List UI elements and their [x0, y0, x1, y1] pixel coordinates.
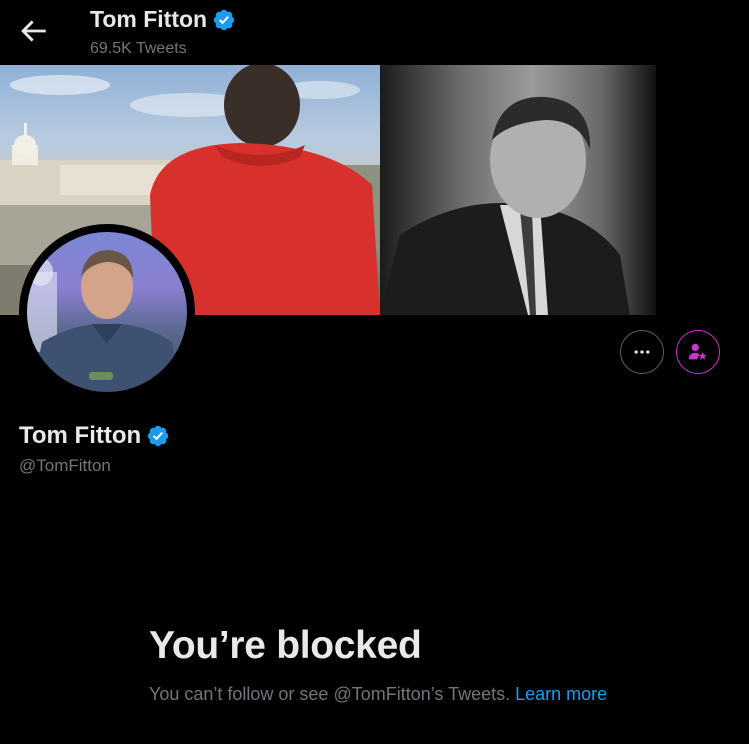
- verified-badge-icon: [212, 8, 236, 32]
- blocked-message-text: You can’t follow or see @TomFitton’s Twe…: [149, 684, 510, 704]
- profile-handle: @TomFitton: [19, 456, 111, 476]
- learn-more-link[interactable]: Learn more: [515, 684, 607, 704]
- banner-portrait: [380, 65, 656, 315]
- profile-name: Tom Fitton: [19, 422, 170, 450]
- blocked-message: You can’t follow or see @TomFitton’s Twe…: [149, 682, 619, 706]
- profile-avatar[interactable]: [19, 224, 195, 400]
- profile-header: Tom Fitton 69.5K Tweets: [0, 0, 749, 65]
- more-horizontal-icon: [632, 342, 652, 362]
- more-options-button[interactable]: [620, 330, 664, 374]
- tweet-count: 69.5K Tweets: [90, 40, 187, 58]
- verified-badge-icon[interactable]: [146, 424, 170, 448]
- blocked-title: You’re blocked: [149, 624, 421, 668]
- avatar-figure: [27, 232, 187, 392]
- profile-name-text: Tom Fitton: [19, 422, 141, 450]
- header-name-text: Tom Fitton: [90, 6, 207, 33]
- arrow-left-icon: [16, 14, 50, 48]
- subscribe-button[interactable]: [676, 330, 720, 374]
- banner-photo-right: [380, 65, 656, 315]
- back-button[interactable]: [16, 14, 50, 48]
- avatar-photo: [27, 232, 187, 392]
- header-title: Tom Fitton: [90, 6, 236, 33]
- subscribe-star-person-icon: [687, 341, 709, 363]
